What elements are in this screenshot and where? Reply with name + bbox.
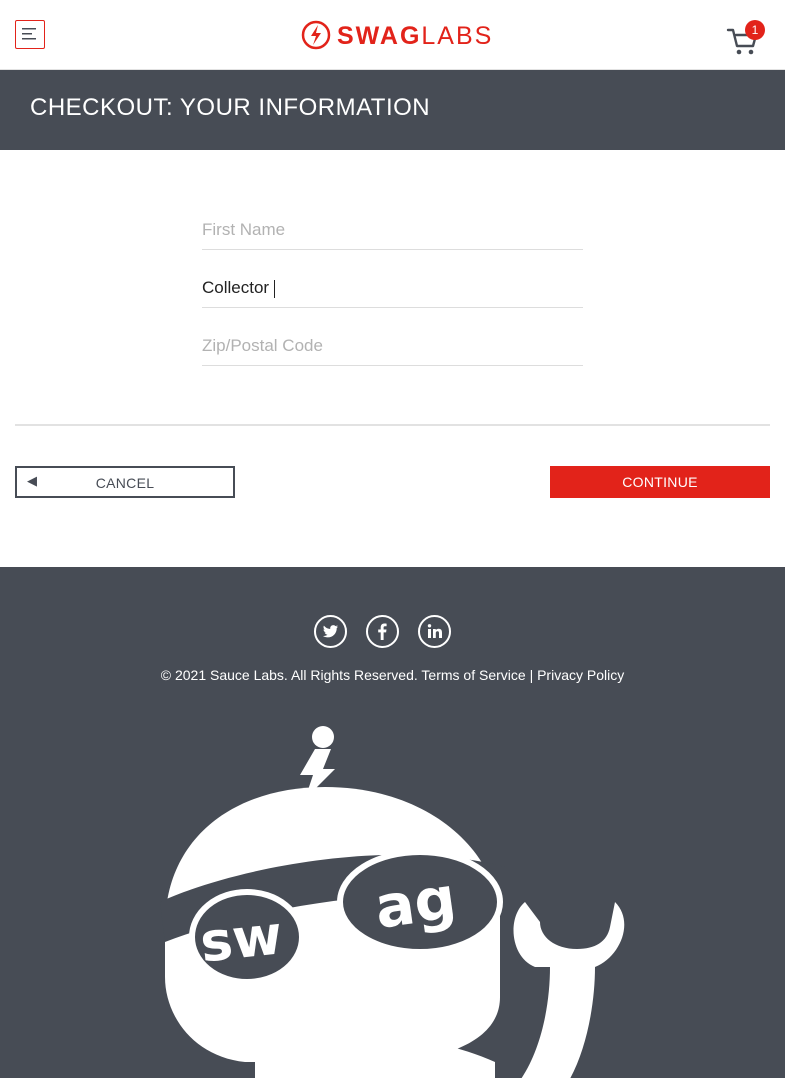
linkedin-icon [427,624,442,638]
continue-label: CONTINUE [622,474,698,490]
terms-link[interactable]: Terms of Service [421,667,525,683]
copyright-text: © 2021 Sauce Labs. All Rights Reserved. [160,667,418,683]
continue-button[interactable]: CONTINUE [550,466,770,498]
bolt-logo-icon [301,20,331,50]
subheader: CHECKOUT: YOUR INFORMATION [0,70,785,150]
cancel-label: CANCEL [95,475,155,491]
divider [15,424,770,426]
header: SWAGLABS 1 [0,0,785,70]
menu-button[interactable] [15,20,45,49]
cancel-button[interactable]: ◀ CANCEL [15,466,235,498]
privacy-link[interactable]: Privacy Policy [537,667,624,683]
logo-text-light: LABS [421,22,494,50]
hamburger-icon [22,28,36,40]
linkedin-link[interactable] [418,615,451,648]
facebook-link[interactable] [366,615,399,648]
mascot-text-ag: ag [371,863,460,942]
footer: © 2021 Sauce Labs. All Rights Reserved. … [0,567,785,1078]
swag-labs-logo: SWAGLABS [301,20,491,52]
postal-code-input[interactable] [202,326,583,366]
copyright-line: © 2021 Sauce Labs. All Rights Reserved. … [0,667,785,683]
swag-bot-mascot-icon: sw ag [160,726,625,1078]
page-title: CHECKOUT: YOUR INFORMATION [30,94,431,121]
text-caret [274,280,275,298]
twitter-icon [323,625,338,638]
footer-separator: | [529,667,534,683]
logo-text-bold: SWAG [337,22,422,50]
first-name-input[interactable] [202,210,583,250]
cart-badge: 1 [745,20,765,40]
twitter-link[interactable] [314,615,347,648]
mascot-text-sw: sw [197,903,285,974]
last-name-input[interactable] [202,268,583,308]
facebook-icon [378,623,387,640]
shopping-cart[interactable]: 1 [726,20,770,56]
